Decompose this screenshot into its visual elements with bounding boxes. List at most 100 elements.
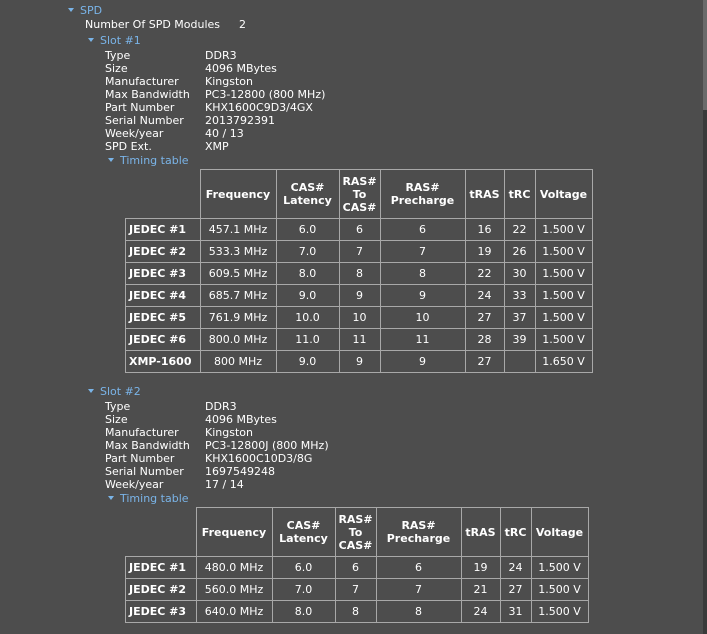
table-row: XMP-1600 800 MHz 9.0 9 9 27 1.650 V <box>125 350 593 373</box>
property-row: Type DDR3 <box>105 49 237 62</box>
property-value: PC3-12800 (800 MHz) <box>205 88 326 101</box>
slot-1-node[interactable]: Slot #1 <box>88 34 141 47</box>
table-cell: 6 <box>334 556 377 579</box>
table-cell: 11 <box>379 328 466 351</box>
table-cell: 9.0 <box>275 284 340 307</box>
table-cell: 24 <box>499 556 532 579</box>
table-cell: 7 <box>379 240 466 263</box>
column-header: Voltage <box>534 169 593 219</box>
table-cell: 8.0 <box>275 262 340 285</box>
table-cell: 24 <box>464 284 505 307</box>
property-row: Week/year 17 / 14 <box>105 478 244 491</box>
property-label: Week/year <box>105 127 164 140</box>
table-cell: 685.7 MHz <box>199 284 277 307</box>
table-cell: 480.0 MHz <box>195 556 273 579</box>
vertical-scrollbar[interactable] <box>703 0 707 634</box>
table-cell: 24 <box>460 600 501 623</box>
property-row: Manufacturer Kingston <box>105 75 253 88</box>
table-row: JEDEC #6 800.0 MHz 11.0 11 11 28 39 1.500 V <box>125 328 593 351</box>
property-label: Serial Number <box>105 465 184 478</box>
slot-2-timing-table: Frequency CAS# Latency RAS# To CAS# RAS# Pr… <box>125 507 589 623</box>
slot-2-node[interactable]: Slot #2 <box>88 385 141 398</box>
table-cell: 21 <box>460 578 501 601</box>
table-cell: 800.0 MHz <box>199 328 277 351</box>
column-header: tRAS <box>464 169 505 219</box>
corner-cell <box>125 507 197 557</box>
column-header: RAS# To CAS# <box>334 507 377 557</box>
table-cell: 10 <box>338 306 381 329</box>
column-header: Frequency <box>199 169 277 219</box>
column-header: tRC <box>499 507 532 557</box>
table-cell: 6 <box>338 218 381 241</box>
column-header: tRAS <box>460 507 501 557</box>
property-label: Size <box>105 413 128 426</box>
column-header: tRC <box>503 169 536 219</box>
table-cell: 8 <box>338 262 381 285</box>
table-cell: 28 <box>464 328 505 351</box>
table-cell: 26 <box>503 240 536 263</box>
table-cell: 1.500 V <box>534 284 593 307</box>
property-row: Week/year 40 / 13 <box>105 127 244 140</box>
table-row: JEDEC #1 480.0 MHz 6.0 6 6 19 24 1.500 V <box>125 556 589 579</box>
table-cell: 8 <box>375 600 462 623</box>
slot-1-timing-node[interactable]: Timing table <box>108 154 189 167</box>
caret-down-icon <box>108 496 114 500</box>
table-row: JEDEC #5 761.9 MHz 10.0 10 10 27 37 1.500 V <box>125 306 593 329</box>
column-header: RAS# Precharge <box>379 169 466 219</box>
property-value: 40 / 13 <box>205 127 244 140</box>
property-label: Part Number <box>105 452 175 465</box>
table-cell: 33 <box>503 284 536 307</box>
table-cell: 800 MHz <box>199 350 277 373</box>
table-cell: 1.500 V <box>530 556 589 579</box>
property-label: Type <box>105 400 131 413</box>
property-value: KHX1600C10D3/8G <box>205 452 313 465</box>
table-cell: 7 <box>338 240 381 263</box>
property-row: Serial Number 2013792391 <box>105 114 275 127</box>
table-cell: 8 <box>379 262 466 285</box>
modules-row: Number Of SPD Modules 2 <box>85 18 246 31</box>
property-value: KHX1600C9D3/4GX <box>205 101 313 114</box>
property-value: DDR3 <box>205 49 237 62</box>
caret-down-icon <box>88 38 94 42</box>
row-header-cell: XMP-1600 <box>125 350 201 373</box>
property-label: Serial Number <box>105 114 184 127</box>
property-value: 4096 MBytes <box>205 62 277 75</box>
property-label: Type <box>105 49 131 62</box>
property-row: Type DDR3 <box>105 400 237 413</box>
table-cell: 9.0 <box>275 350 340 373</box>
property-row: Size 4096 MBytes <box>105 62 277 75</box>
table-cell: 9 <box>338 284 381 307</box>
table-row: JEDEC #2 533.3 MHz 7.0 7 7 19 26 1.500 V <box>125 240 593 263</box>
property-label: SPD Ext. <box>105 140 152 153</box>
table-cell: 11 <box>338 328 381 351</box>
table-cell: 27 <box>499 578 532 601</box>
spd-node[interactable]: SPD <box>68 4 102 17</box>
slot-2-timing-node[interactable]: Timing table <box>108 492 189 505</box>
row-header-cell: JEDEC #4 <box>125 284 201 307</box>
caret-down-icon <box>108 158 114 162</box>
table-cell: 1.500 V <box>530 578 589 601</box>
property-label: Manufacturer <box>105 75 179 88</box>
modules-label: Number Of SPD Modules <box>85 18 221 31</box>
property-row: SPD Ext. XMP <box>105 140 229 153</box>
slot-1-timing-table: Frequency CAS# Latency RAS# To CAS# RAS# Pr… <box>125 169 593 373</box>
property-value: XMP <box>205 140 229 153</box>
table-row: JEDEC #4 685.7 MHz 9.0 9 9 24 33 1.500 V <box>125 284 593 307</box>
table-cell: 6 <box>379 218 466 241</box>
scrollbar-thumb[interactable] <box>703 0 707 110</box>
slot-1-title: Slot #1 <box>100 34 141 47</box>
property-label: Max Bandwidth <box>105 88 190 101</box>
table-cell: 27 <box>464 350 505 373</box>
table-cell: 8 <box>334 600 377 623</box>
table-cell: 7 <box>375 578 462 601</box>
property-label: Part Number <box>105 101 175 114</box>
property-value: Kingston <box>205 426 253 439</box>
property-row: Manufacturer Kingston <box>105 426 253 439</box>
row-header-cell: JEDEC #5 <box>125 306 201 329</box>
property-value: 2013792391 <box>205 114 275 127</box>
table-cell: 9 <box>338 350 381 373</box>
table-cell: 609.5 MHz <box>199 262 277 285</box>
row-header-cell: JEDEC #2 <box>125 578 197 601</box>
table-cell: 1.500 V <box>534 262 593 285</box>
property-value: 4096 MBytes <box>205 413 277 426</box>
